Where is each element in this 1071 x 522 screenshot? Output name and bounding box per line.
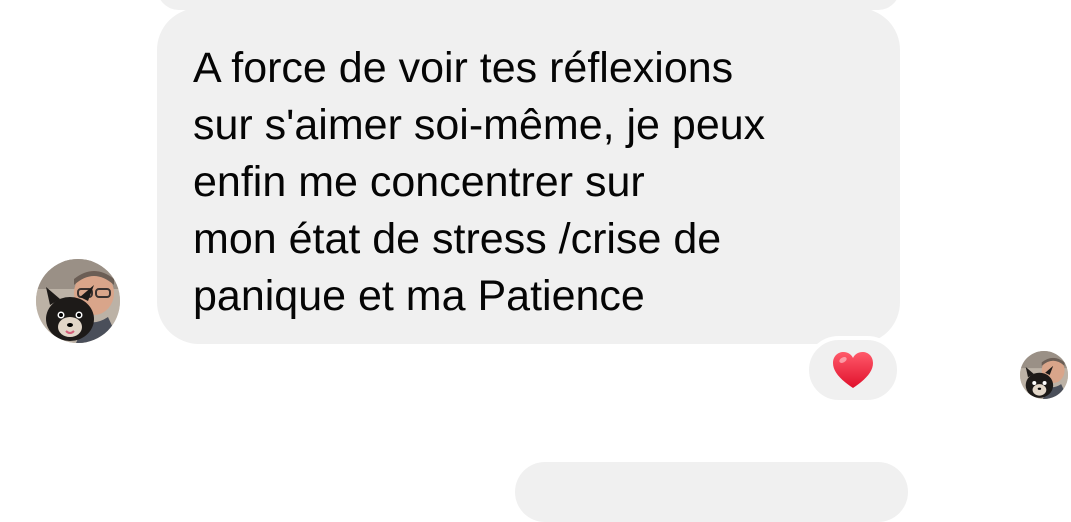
next-message-bubble[interactable] [515, 462, 908, 522]
avatar-photo-icon [1020, 351, 1068, 399]
message-bubble[interactable]: A force de voir tes réflexions sur s'aim… [157, 8, 900, 344]
sender-avatar[interactable] [36, 259, 120, 343]
message-text-line: panique et ma Patience [193, 272, 645, 320]
heart-icon [833, 352, 873, 388]
message-text-line: mon état de stress /crise de [193, 215, 722, 263]
heart-reaction-badge[interactable] [805, 336, 901, 404]
message-text-line: sur s'aimer soi-même, je peux [193, 101, 766, 149]
seen-receipt-avatar [1020, 351, 1068, 399]
message-text-line: enfin me concentrer sur [193, 158, 645, 206]
message-text-line: A force de voir tes réflexions [193, 44, 734, 92]
avatar-photo-icon [36, 259, 120, 343]
